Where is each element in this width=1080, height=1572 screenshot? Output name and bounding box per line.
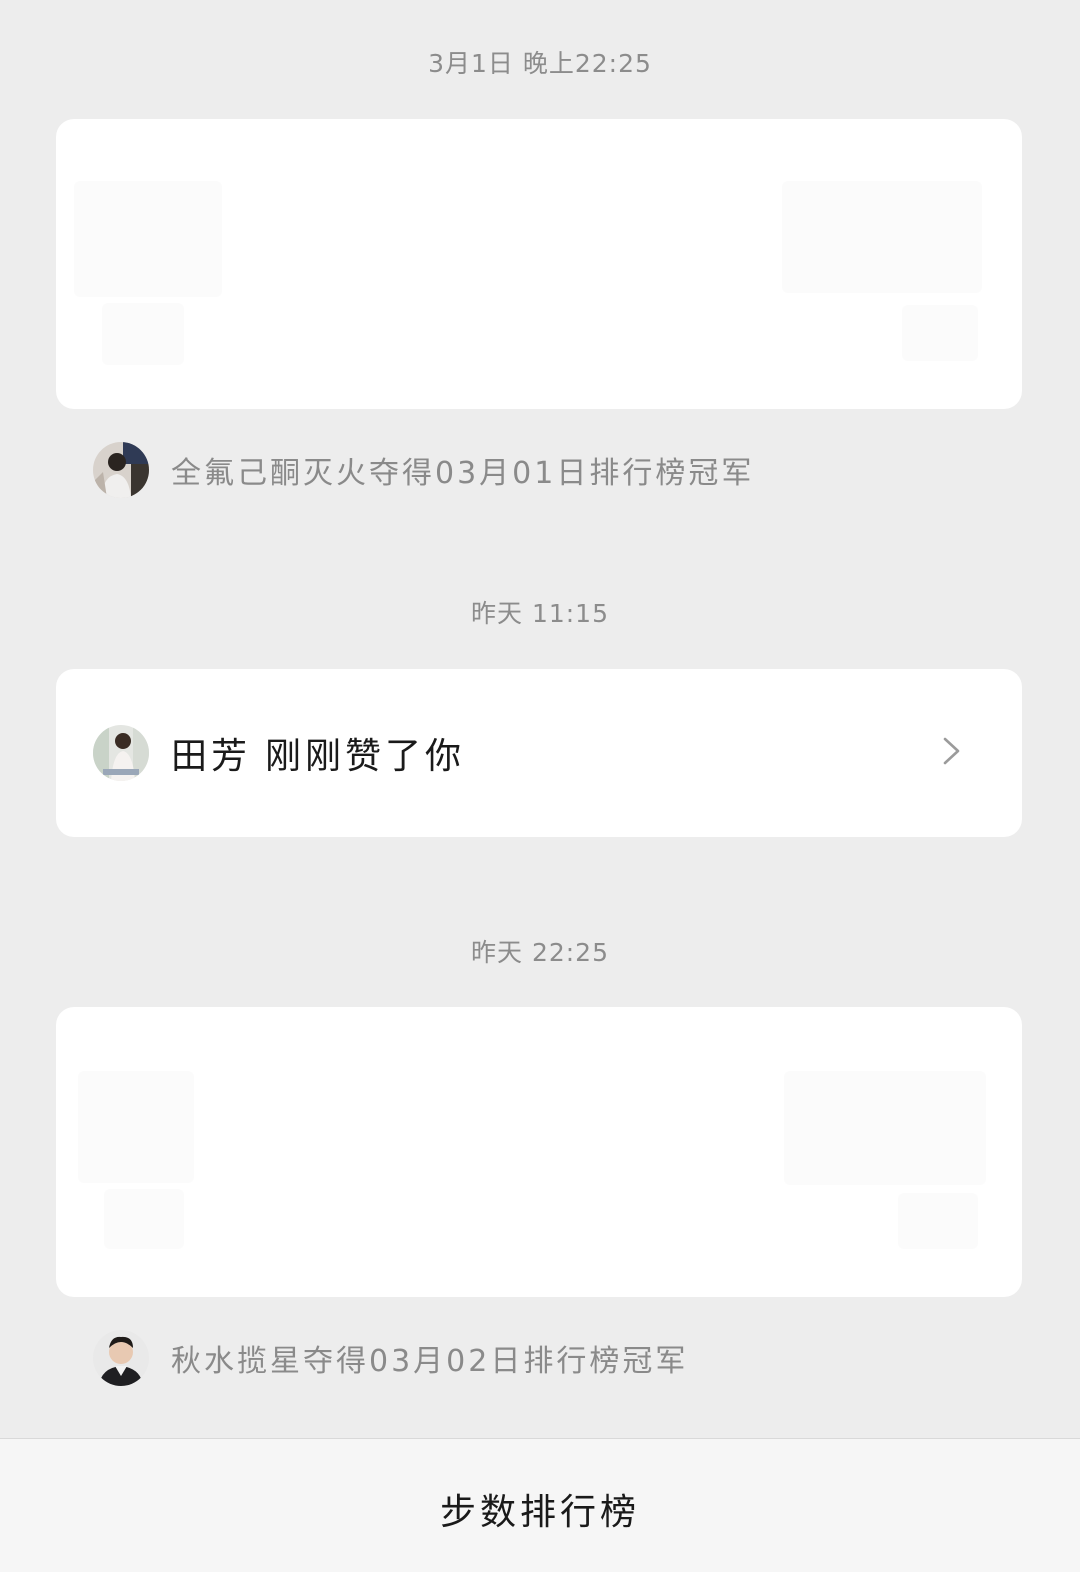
ranking-card-placeholder [102,303,184,365]
like-card[interactable]: 田芳 刚刚赞了你 [56,669,1022,837]
ranking-card-placeholder [784,1071,986,1185]
champion-notice-text: 全氟己酮灭火夺得03月01日排行榜冠军 [171,456,755,491]
champion-notice-text: 秋水揽星夺得03月02日排行榜冠军 [171,1344,689,1379]
chevron-right-icon [943,737,960,765]
like-row: 田芳 刚刚赞了你 [93,725,465,781]
ranking-card-1[interactable] [56,119,1022,409]
user-avatar-icon[interactable] [93,725,149,781]
ranking-card-placeholder [898,1193,978,1249]
timestamp-1: 3月1日 晚上22:25 [428,49,652,78]
champion-notice-1[interactable]: 全氟己酮灭火夺得03月01日排行榜冠军 [93,442,754,498]
like-action-text: 刚刚赞了你 [265,736,466,777]
step-ranking-button[interactable]: 步数排行榜 [0,1483,1080,1535]
timestamp-2: 昨天 11:15 [471,599,609,628]
ranking-card-placeholder [78,1071,194,1183]
ranking-card-2[interactable] [56,1007,1022,1297]
ranking-card-placeholder [782,181,982,293]
champion-notice-2[interactable]: 秋水揽星夺得03月02日排行榜冠军 [93,1330,688,1386]
ranking-card-placeholder [74,181,222,297]
ranking-card-placeholder [902,305,978,361]
ranking-card-placeholder [104,1189,184,1249]
user-avatar-icon[interactable] [93,442,149,498]
user-avatar-icon[interactable] [93,1330,149,1386]
timestamp-3: 昨天 22:25 [471,938,609,967]
liker-name: 田芳 [171,736,252,777]
bottom-bar: 步数排行榜 [0,1438,1080,1572]
